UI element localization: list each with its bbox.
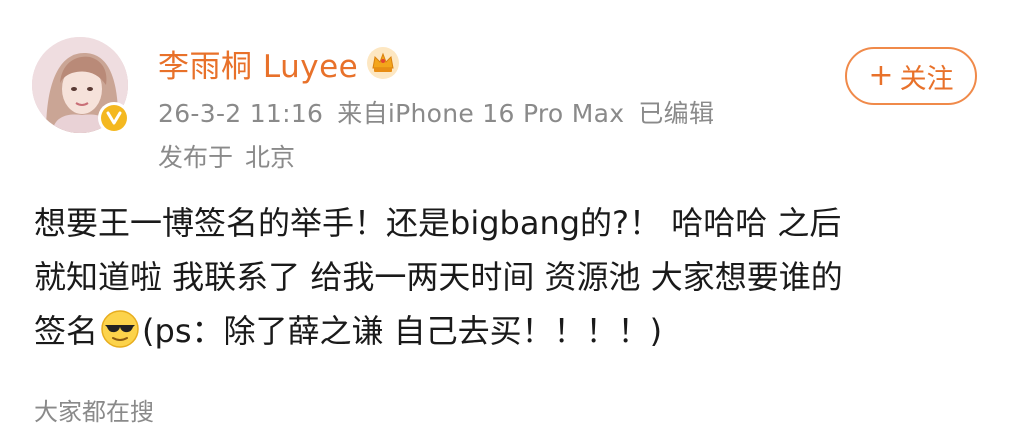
verified-v-icon bbox=[101, 105, 127, 131]
post-source: 来自iPhone 16 Pro Max bbox=[337, 99, 625, 128]
plus-icon: + bbox=[868, 58, 894, 93]
sunglasses-emoji-icon bbox=[100, 309, 140, 349]
post-meta: 26-3-2 11:16 来自iPhone 16 Pro Max 已编辑 bbox=[158, 94, 714, 130]
crown-icon[interactable] bbox=[366, 46, 400, 80]
post-text-line: 想要王一博签名的举手！还是bigbang的?！ 哈哈哈 之后 bbox=[34, 204, 842, 242]
post-text: 想要王一博签名的举手！还是bigbang的?！ 哈哈哈 之后 就知道啦 我联系了… bbox=[34, 196, 979, 358]
avatar[interactable] bbox=[32, 37, 130, 134]
follow-button-label: 关注 bbox=[899, 63, 954, 95]
post-text-line: 就知道啦 我联系了 给我一两天时间 资源池 大家想要谁的 bbox=[34, 258, 843, 296]
post-location: 发布于 北京 bbox=[158, 138, 307, 174]
trending-searches-label[interactable]: 大家都在搜 bbox=[34, 392, 154, 427]
location-city: 北京 bbox=[245, 143, 296, 172]
post-timestamp: 26-3-2 11:16 bbox=[158, 99, 324, 128]
edited-label[interactable]: 已编辑 bbox=[638, 99, 714, 128]
weibo-post-card: 李雨桐 Luyee 26-3-2 11:16 来自iPhone 16 Pro Ma… bbox=[0, 0, 1009, 428]
username[interactable]: 李雨桐 Luyee bbox=[158, 41, 358, 86]
user-name-row: 李雨桐 Luyee bbox=[158, 41, 400, 86]
follow-button[interactable]: + 关注 bbox=[845, 47, 977, 105]
post-text-segment: 签名 bbox=[34, 312, 99, 350]
post-text-segment: (ps：除了薛之谦 自己去买！！！！) bbox=[142, 312, 663, 350]
location-prefix: 发布于 bbox=[158, 143, 234, 172]
verified-badge bbox=[98, 102, 130, 134]
post-text-line: 签名 (ps：除了薛之谦 自己去买！！！！) bbox=[34, 304, 979, 358]
